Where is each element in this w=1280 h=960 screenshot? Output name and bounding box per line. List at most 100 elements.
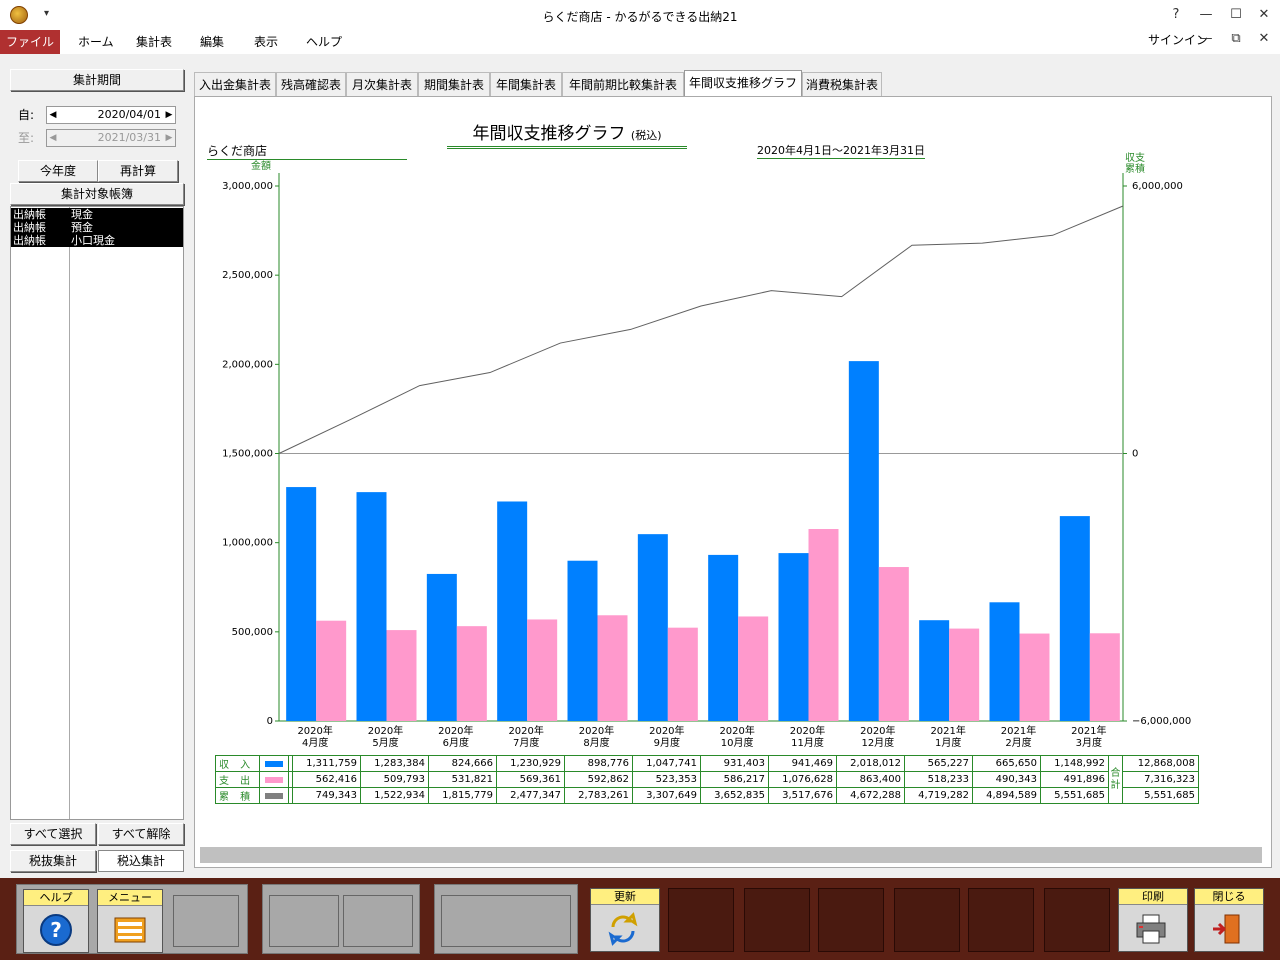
toolbar-group: ヘルプ ? メニュー (16, 884, 248, 954)
from-label: 自: (18, 108, 35, 122)
ribbon-restore-icon[interactable]: ⧉ (1222, 28, 1250, 50)
this-year-button[interactable]: 今年度 (18, 160, 98, 182)
ribbon-close-icon[interactable]: ✕ (1250, 28, 1278, 50)
data-label: 1,148,992 (1040, 755, 1109, 772)
exit-door-icon (1213, 914, 1240, 944)
deselect-all-button[interactable]: すべて解除 (98, 823, 184, 845)
minimize-button[interactable]: — (1192, 4, 1220, 26)
data-label: 4,894,589 (972, 787, 1041, 804)
data-label: 531,821 (428, 771, 497, 788)
ledger-list[interactable]: 出納帳 現金 出納帳 預金 出納帳 小口現金 (10, 206, 184, 820)
menu-edit[interactable]: 編集 (186, 30, 238, 54)
tax-included-button[interactable]: 税込集計 (98, 850, 184, 872)
left-panel: 集計期間 自: ◀ 2020/04/01 ▶ 至: ◀ 2021/03/31 ▶… (8, 68, 186, 876)
x-tick-label: 2021年 (1071, 724, 1106, 737)
x-tick-label: 2020年 (297, 724, 332, 737)
x-tick-label: 6月度 (443, 736, 469, 747)
tab-monthly[interactable]: 月次集計表 (346, 72, 418, 96)
income-bar (567, 560, 598, 721)
legend-swatch-color (265, 760, 283, 767)
refresh-button[interactable]: 更新 (590, 888, 660, 952)
ledger-item[interactable]: 出納帳 小口現金 (11, 234, 183, 247)
data-label: 518,233 (904, 771, 973, 788)
expense-bar (1089, 633, 1120, 721)
tab-annual[interactable]: 年間集計表 (490, 72, 562, 96)
left-tick-label: 2,500,000 (222, 270, 273, 281)
legend-swatch (259, 755, 289, 772)
total-label: 計 (1110, 779, 1121, 791)
data-label: 824,666 (428, 755, 497, 772)
tab-period[interactable]: 期間集計表 (418, 72, 490, 96)
data-label: 863,400 (836, 771, 905, 788)
close-app-button-label: 閉じる (1195, 889, 1263, 905)
legend-swatch-color (265, 792, 283, 799)
tab-annual-compare[interactable]: 年間前期比較集計表 (562, 72, 684, 96)
tab-annual-graph[interactable]: 年間収支推移グラフ (684, 70, 802, 96)
data-label: 749,343 (292, 787, 361, 804)
ledger-item[interactable]: 出納帳 預金 (11, 221, 183, 234)
select-all-button[interactable]: すべて選択 (10, 823, 96, 845)
next-arrow-icon[interactable]: ▶ (163, 107, 175, 123)
menu-list-icon (114, 917, 146, 943)
left-tick-label: 2,000,000 (222, 359, 273, 370)
menu-button[interactable]: メニュー (97, 889, 163, 953)
ribbon-minimize-icon[interactable]: — (1192, 28, 1220, 50)
menu-view[interactable]: 表示 (240, 30, 292, 54)
recalc-button[interactable]: 再計算 (98, 160, 178, 182)
tab-consumption-tax[interactable]: 消費税集計表 (802, 72, 882, 96)
menu-home[interactable]: ホーム (64, 30, 128, 54)
toolbar-group (434, 884, 578, 954)
income-expense-chart: 0 500,000 1,000,000 1,500,000 2,000,000 2,500… (222, 173, 1191, 747)
from-date-field[interactable]: ◀ 2020/04/01 ▶ (46, 106, 176, 124)
legend-swatch (259, 771, 289, 788)
help-button[interactable]: ヘルプ ? (23, 889, 89, 953)
x-tick-label: 12月度 (861, 736, 894, 747)
help-icon[interactable]: ? (1162, 4, 1190, 26)
series-total: 5,551,685 (1122, 787, 1199, 804)
data-label: 1,815,779 (428, 787, 497, 804)
data-label: 898,776 (564, 755, 633, 772)
cumulative-line (278, 205, 1124, 454)
menu-help[interactable]: ヘルプ (292, 30, 356, 54)
ledger-item[interactable]: 出納帳 現金 (11, 208, 183, 221)
ledger-name: 預金 (71, 221, 93, 234)
ledger-type: 出納帳 (13, 221, 46, 234)
data-label: 4,672,288 (836, 787, 905, 804)
tab-cashflow[interactable]: 入出金集計表 (194, 72, 276, 96)
close-button[interactable]: ✕ (1250, 4, 1278, 26)
svg-text:?: ? (50, 918, 62, 942)
data-label: 3,517,676 (768, 787, 837, 804)
menu-file[interactable]: ファイル (0, 30, 60, 54)
window-title: らくだ商店 - かるがるできる出納21 (542, 10, 738, 24)
data-label: 3,307,649 (632, 787, 701, 804)
income-bar (356, 492, 387, 721)
prev-arrow-icon[interactable]: ◀ (47, 107, 59, 123)
title-bar: ▾ らくだ商店 - かるがるできる出納21 ? — ☐ ✕ (0, 0, 1280, 30)
tax-excluded-button[interactable]: 税抜集計 (10, 850, 96, 872)
expense-bar (1019, 633, 1050, 721)
to-label: 至: (18, 131, 35, 145)
ledger-name: 小口現金 (71, 234, 115, 247)
series-label: 収 入 (215, 755, 260, 772)
empty-slot (343, 895, 413, 947)
legend-swatch-color (265, 776, 283, 783)
close-app-button[interactable]: 閉じる (1194, 888, 1264, 952)
print-button[interactable]: 印刷 (1118, 888, 1188, 952)
ledgers-button[interactable]: 集計対象帳簿 (10, 183, 184, 205)
data-label: 1,230,929 (496, 755, 565, 772)
tab-balance[interactable]: 残高確認表 (276, 72, 346, 96)
to-date-value: 2021/03/31 (97, 131, 161, 144)
horizontal-scrollbar[interactable] (200, 847, 1262, 863)
income-bar (919, 620, 950, 721)
next-arrow-icon: ▶ (165, 133, 173, 143)
period-button[interactable]: 集計期間 (10, 69, 184, 91)
maximize-button[interactable]: ☐ (1222, 4, 1250, 26)
x-tick-label: 2020年 (508, 724, 543, 737)
empty-slot (894, 888, 960, 952)
x-tick-label: 2020年 (649, 724, 684, 737)
menu-report[interactable]: 集計表 (122, 30, 186, 54)
data-label: 491,896 (1040, 771, 1109, 788)
income-bar (778, 553, 809, 721)
ledger-name: 現金 (71, 208, 93, 221)
left-tick-label: 1,000,000 (222, 538, 273, 549)
